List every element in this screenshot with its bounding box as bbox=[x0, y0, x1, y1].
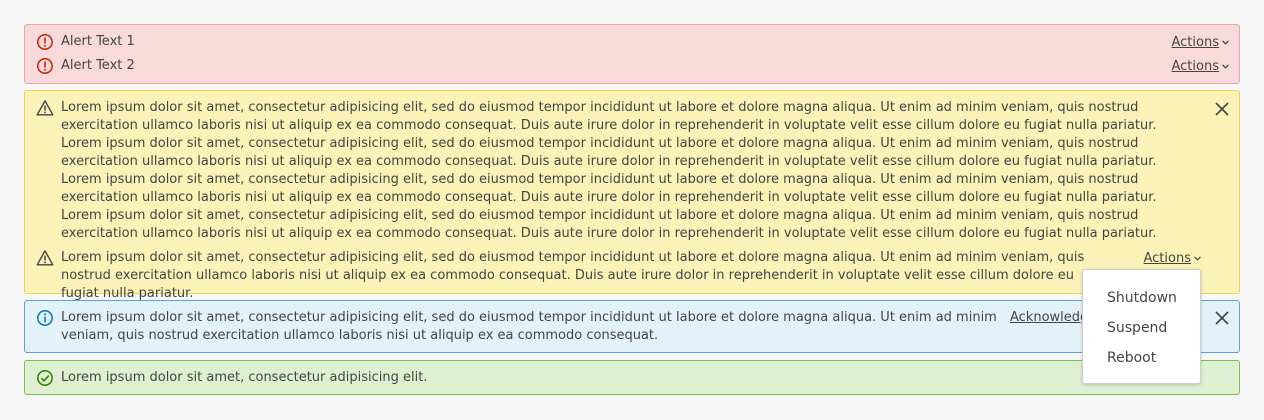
close-icon[interactable] bbox=[1213, 309, 1231, 327]
alert-text: Lorem ipsum dolor sit amet, consectetur … bbox=[61, 100, 1157, 241]
chevron-down-icon bbox=[1194, 249, 1201, 267]
error-circle-icon bbox=[36, 33, 54, 51]
actions-label: Actions bbox=[1171, 35, 1220, 50]
actions-label: Actions bbox=[1143, 251, 1192, 266]
alert-text: Alert Text 1 bbox=[61, 34, 135, 49]
menu-item-suspend[interactable]: Suspend bbox=[1083, 313, 1200, 343]
info-alert: Lorem ipsum dolor sit amet, consectetur … bbox=[24, 300, 1240, 353]
actions-dropdown-menu: Shutdown Suspend Reboot bbox=[1082, 269, 1201, 384]
success-alert: Lorem ipsum dolor sit amet, consectetur … bbox=[24, 360, 1240, 395]
alert-text: Lorem ipsum dolor sit amet, consectetur … bbox=[61, 370, 428, 385]
actions-label: Actions bbox=[1171, 59, 1220, 74]
alert-text: Lorem ipsum dolor sit amet, consectetur … bbox=[61, 310, 997, 343]
info-circle-icon bbox=[36, 309, 54, 327]
error-circle-icon bbox=[36, 57, 54, 75]
close-icon[interactable] bbox=[1213, 100, 1231, 118]
actions-button[interactable]: Actions bbox=[1172, 57, 1230, 76]
chevron-down-icon bbox=[1222, 33, 1229, 51]
alert-text: Lorem ipsum dolor sit amet, consectetur … bbox=[61, 250, 1085, 301]
menu-item-reboot[interactable]: Reboot bbox=[1083, 343, 1200, 373]
chevron-down-icon bbox=[1222, 57, 1229, 75]
warning-alert: Lorem ipsum dolor sit amet, consectetur … bbox=[24, 90, 1240, 301]
warning-triangle-icon bbox=[36, 249, 54, 267]
danger-alert: Alert Text 1 Actions Alert Text 2 Action… bbox=[24, 24, 1240, 84]
check-circle-icon bbox=[36, 369, 54, 387]
warning-triangle-icon bbox=[36, 99, 54, 117]
acknowledge-button[interactable]: Acknowledge bbox=[1010, 309, 1088, 327]
actions-button[interactable]: Actions bbox=[1144, 249, 1202, 268]
alert-text: Alert Text 2 bbox=[61, 58, 135, 73]
menu-item-shutdown[interactable]: Shutdown bbox=[1083, 283, 1200, 313]
actions-button[interactable]: Actions bbox=[1172, 33, 1230, 52]
